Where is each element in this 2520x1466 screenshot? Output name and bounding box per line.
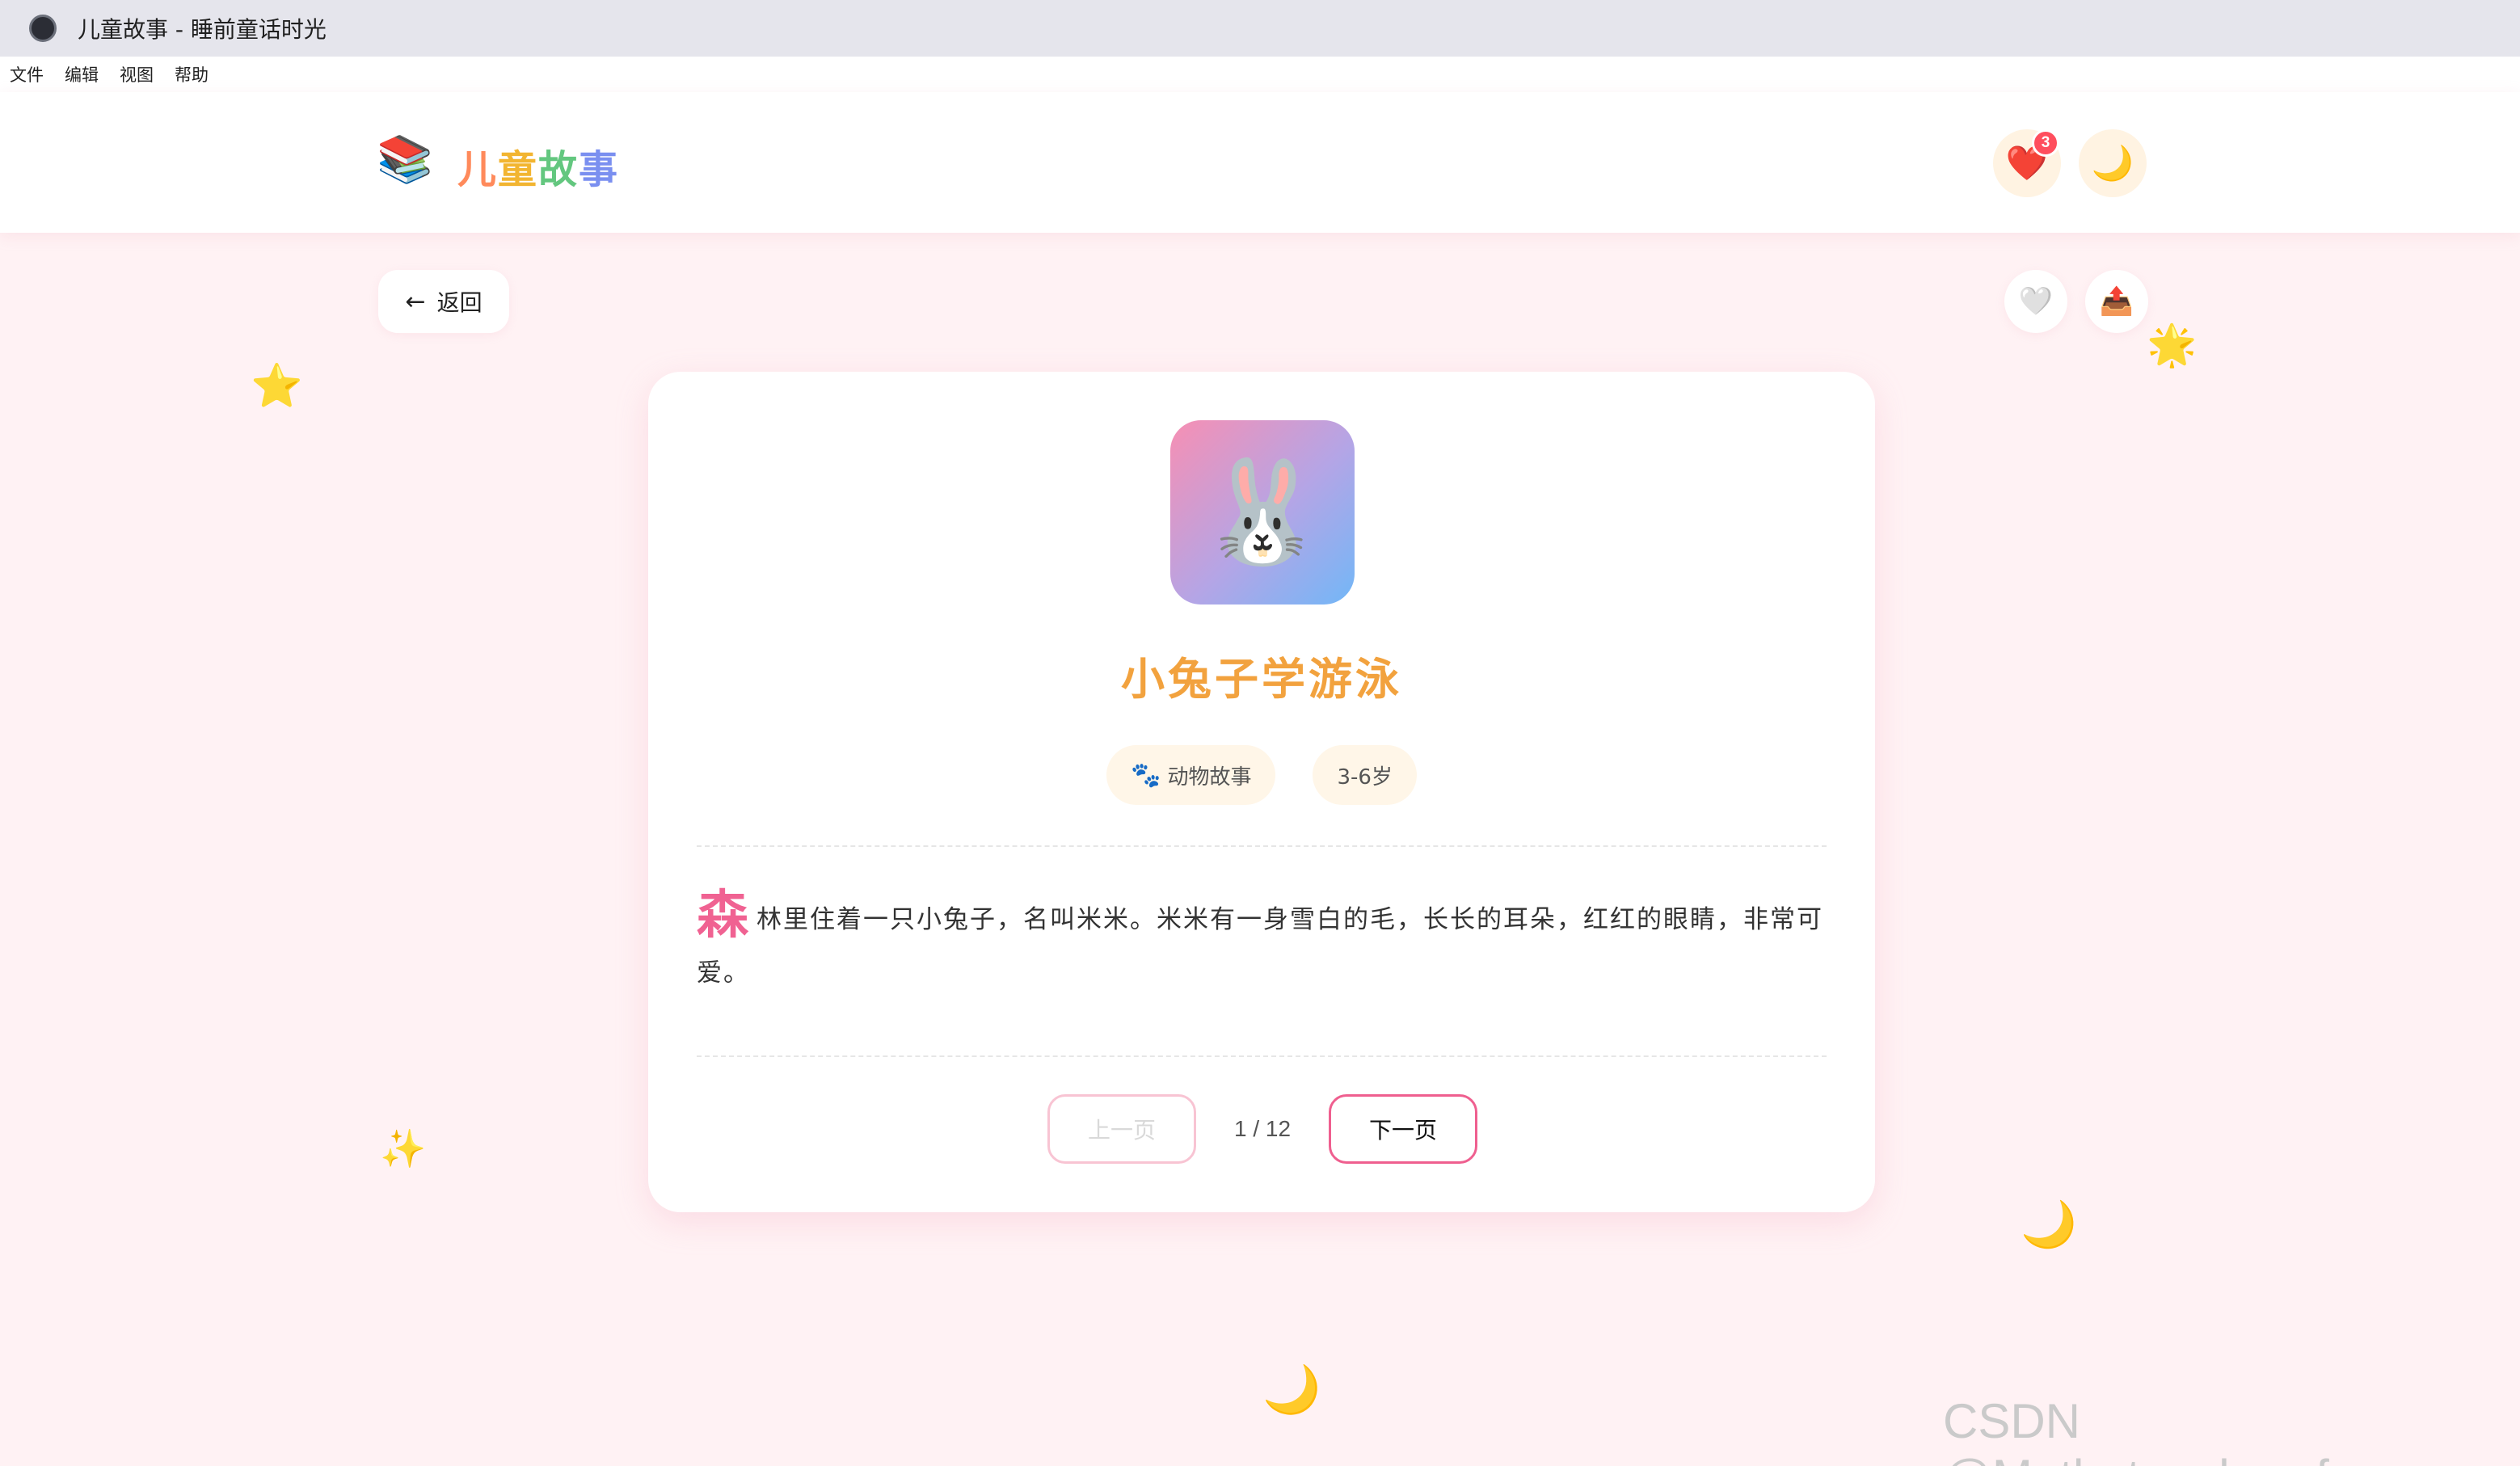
window-titlebar: 儿童故事 - 睡前童话时光 (0, 0, 2520, 57)
story-tags: 🐾 动物故事 3-6岁 (648, 745, 1875, 805)
night-mode-button[interactable]: 🌙 (2079, 129, 2147, 197)
prev-page-button[interactable]: 上一页 (1047, 1094, 1196, 1164)
logo-char: 事 (579, 147, 620, 192)
glowing-star-icon: 🌟 (2147, 322, 2198, 369)
moon-icon: 🌙 (2091, 143, 2134, 183)
favorites-button[interactable]: ❤️ 3 (1993, 129, 2061, 197)
star-icon: ⭐ (251, 362, 303, 411)
next-page-button[interactable]: 下一页 (1329, 1094, 1477, 1164)
books-icon: 📚 (377, 133, 433, 186)
page-indicator: 1 / 12 (1233, 1116, 1292, 1141)
watermark: CSDN @Math_teacher_fan (1943, 1394, 2383, 1466)
age-tag-label: 3-6岁 (1337, 765, 1393, 790)
drop-cap: 森 (697, 886, 750, 946)
sparkles-icon: ✨ (380, 1127, 427, 1170)
story-title: 小兔子学游泳 (1121, 654, 1402, 705)
moon-decoration-icon: 🌙 (1262, 1362, 1321, 1417)
share-button[interactable]: 📤 (2085, 270, 2148, 333)
divider (697, 1055, 1827, 1057)
share-icon: 📤 (2099, 285, 2134, 318)
menu-edit[interactable]: 编辑 (65, 62, 99, 86)
pagination: 上一页 1 / 12 下一页 (648, 1094, 1875, 1164)
app-header: 📚 儿童故事 ❤️ 3 🌙 (0, 92, 2520, 233)
back-button[interactable]: ← 返回 (378, 270, 509, 333)
story-text: 森林里住着一只小兔子，名叫米米。米米有一身雪白的毛，长长的耳朵，红红的眼睛，非常… (697, 889, 1827, 1000)
favorites-count-badge: 3 (2032, 129, 2059, 157)
category-tag-label: 动物故事 (1167, 765, 1252, 790)
age-tag: 3-6岁 (1313, 745, 1417, 805)
story-body: 林里住着一只小兔子，名叫米米。米米有一身雪白的毛，长长的耳朵，红红的眼睛，非常可… (697, 905, 1823, 988)
story-cover: 🐰 (1170, 420, 1355, 605)
white-heart-icon: 🤍 (2018, 285, 2054, 318)
divider (697, 845, 1827, 847)
logo-char: 童 (498, 147, 539, 192)
arrow-left-icon: ← (405, 287, 426, 316)
menu-bar: 文件 编辑 视图 帮助 (0, 57, 2520, 92)
rabbit-icon: 🐰 (1199, 453, 1325, 571)
menu-file[interactable]: 文件 (10, 62, 44, 86)
category-tag: 🐾 动物故事 (1106, 745, 1276, 805)
like-button[interactable]: 🤍 (2004, 270, 2067, 333)
menu-help[interactable]: 帮助 (175, 62, 209, 86)
app-logo[interactable]: 儿童故事 (457, 137, 619, 194)
window-title: 儿童故事 - 睡前童话时光 (78, 16, 327, 43)
app-icon (29, 15, 57, 42)
paw-icon: 🐾 (1131, 760, 1161, 790)
logo-char: 儿 (457, 147, 499, 192)
back-label: 返回 (436, 289, 483, 316)
logo-char: 故 (538, 147, 579, 192)
story-card: 🐰 小兔子学游泳 🐾 动物故事 3-6岁 森林里住着一只小兔子，名叫米米。米米有… (648, 372, 1875, 1212)
menu-view[interactable]: 视图 (120, 62, 154, 86)
moon-decoration-icon: 🌙 (2021, 1198, 2077, 1251)
